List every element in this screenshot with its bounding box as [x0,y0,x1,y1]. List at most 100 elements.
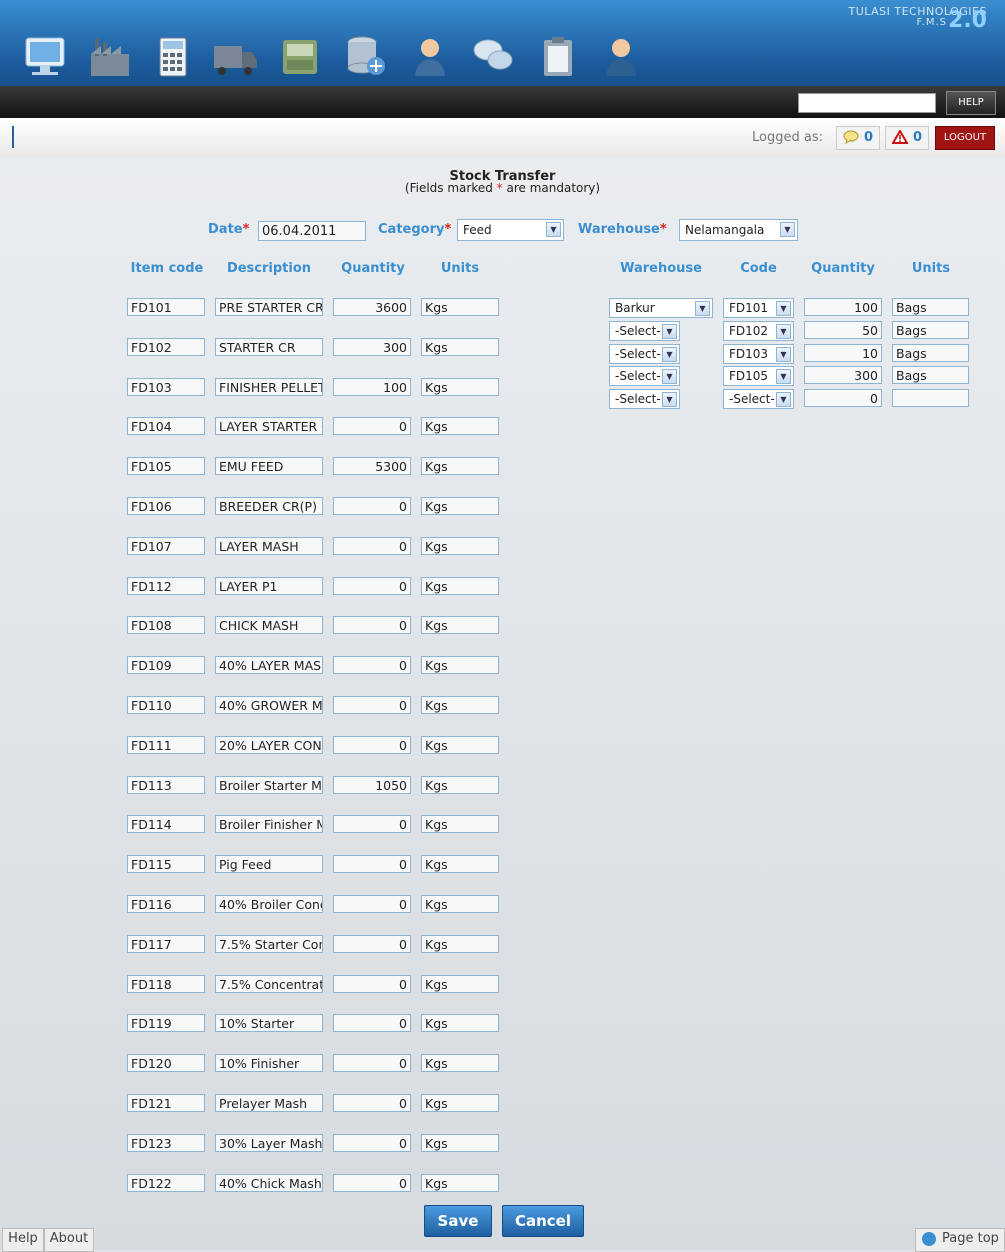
quantity-field[interactable]: 0 [333,815,411,833]
quantity-field[interactable]: 0 [333,696,411,714]
item-code-field[interactable]: FD108 [127,616,205,634]
units-field[interactable]: Kgs [421,975,499,993]
footer-about-link[interactable]: About [44,1228,94,1252]
quantity-field[interactable]: 0 [333,537,411,555]
item-code-field[interactable]: FD122 [127,1174,205,1192]
code-select[interactable]: FD102 ▼ [723,321,794,341]
units-field[interactable]: Kgs [421,776,499,794]
transfer-quantity-field[interactable]: 50 [804,321,882,339]
description-field[interactable]: 20% LAYER CON [215,736,323,754]
item-code-field[interactable]: FD107 [127,537,205,555]
clipboard-icon[interactable] [532,32,582,80]
alerts-counter[interactable]: 0 [885,126,929,150]
item-code-field[interactable]: FD106 [127,497,205,515]
quantity-field[interactable]: 0 [333,1054,411,1072]
quantity-field[interactable]: 0 [333,895,411,913]
units-field[interactable]: Kgs [421,338,499,356]
units-field[interactable]: Kgs [421,1094,499,1112]
transfer-units-field[interactable]: Bags [892,298,969,316]
transfer-quantity-field[interactable]: 300 [804,366,882,384]
description-field[interactable]: STARTER CR [215,338,323,356]
units-field[interactable]: Kgs [421,378,499,396]
cancel-button[interactable]: Cancel [502,1205,584,1237]
quantity-field[interactable]: 0 [333,1094,411,1112]
item-code-field[interactable]: FD115 [127,855,205,873]
category-select[interactable]: Feed ▼ [457,219,564,241]
item-code-field[interactable]: FD109 [127,656,205,674]
description-field[interactable]: 40% Chick Mash [215,1174,323,1192]
units-field[interactable]: Kgs [421,417,499,435]
warehouse-select[interactable]: -Select- ▼ [609,389,680,409]
item-code-field[interactable]: FD114 [127,815,205,833]
chat-icon[interactable] [468,32,518,80]
item-code-field[interactable]: FD113 [127,776,205,794]
description-field[interactable]: PRE STARTER CR [215,298,323,316]
units-field[interactable]: Kgs [421,855,499,873]
units-field[interactable]: Kgs [421,457,499,475]
quantity-field[interactable]: 3600 [333,298,411,316]
quantity-field[interactable]: 0 [333,975,411,993]
quantity-field[interactable]: 0 [333,497,411,515]
quantity-field[interactable]: 0 [333,417,411,435]
database-add-icon[interactable] [340,32,390,80]
description-field[interactable]: 30% Layer Mash [215,1134,323,1152]
quantity-field[interactable]: 1050 [333,776,411,794]
code-select[interactable]: FD103 ▼ [723,344,794,364]
transfer-units-field[interactable]: Bags [892,366,969,384]
item-code-field[interactable]: FD123 [127,1134,205,1152]
quantity-field[interactable]: 0 [333,656,411,674]
units-field[interactable]: Kgs [421,298,499,316]
logout-button[interactable]: LOGOUT [935,126,995,150]
item-code-field[interactable]: FD110 [127,696,205,714]
help-button[interactable]: HELP [946,91,996,115]
item-code-field[interactable]: FD101 [127,298,205,316]
quantity-field[interactable]: 0 [333,1174,411,1192]
item-code-field[interactable]: FD116 [127,895,205,913]
transfer-units-field[interactable]: Bags [892,344,969,362]
description-field[interactable]: 40% GROWER MA [215,696,323,714]
search-input[interactable] [798,93,936,113]
units-field[interactable]: Kgs [421,497,499,515]
page-top-button[interactable]: Page top [915,1228,1005,1252]
description-field[interactable]: BREEDER CR(P) [215,497,323,515]
item-code-field[interactable]: FD118 [127,975,205,993]
calculator-icon[interactable] [148,32,198,80]
item-code-field[interactable]: FD111 [127,736,205,754]
description-field[interactable]: Broiler Finisher M [215,815,323,833]
warehouse-select[interactable]: Barkur ▼ [609,298,713,318]
description-field[interactable]: EMU FEED [215,457,323,475]
item-code-field[interactable]: FD103 [127,378,205,396]
description-field[interactable]: LAYER MASH [215,537,323,555]
quantity-field[interactable]: 300 [333,338,411,356]
units-field[interactable]: Kgs [421,815,499,833]
description-field[interactable]: Broiler Starter Ma [215,776,323,794]
user-icon[interactable] [405,32,455,80]
warehouse-select[interactable]: -Select- ▼ [609,366,680,386]
description-field[interactable]: 7.5% Starter Con [215,935,323,953]
truck-icon[interactable] [210,32,260,80]
item-code-field[interactable]: FD102 [127,338,205,356]
units-field[interactable]: Kgs [421,616,499,634]
warehouse-select[interactable]: -Select- ▼ [609,344,680,364]
units-field[interactable]: Kgs [421,1174,499,1192]
units-field[interactable]: Kgs [421,895,499,913]
description-field[interactable]: Prelayer Mash [215,1094,323,1112]
factory-icon[interactable] [85,32,135,80]
item-code-field[interactable]: FD119 [127,1014,205,1032]
item-code-field[interactable]: FD120 [127,1054,205,1072]
item-code-field[interactable]: FD104 [127,417,205,435]
user-admin-icon[interactable] [596,32,646,80]
units-field[interactable]: Kgs [421,577,499,595]
warehouse-select[interactable]: -Select- ▼ [609,321,680,341]
description-field[interactable]: 10% Finisher [215,1054,323,1072]
save-button[interactable]: Save [424,1205,492,1237]
footer-help-link[interactable]: Help [2,1228,44,1252]
code-select[interactable]: -Select- ▼ [723,389,794,409]
description-field[interactable]: Pig Feed [215,855,323,873]
description-field[interactable]: 10% Starter [215,1014,323,1032]
item-code-field[interactable]: FD121 [127,1094,205,1112]
transfer-units-field[interactable] [892,389,969,407]
quantity-field[interactable]: 0 [333,855,411,873]
quantity-field[interactable]: 0 [333,1014,411,1032]
item-code-field[interactable]: FD112 [127,577,205,595]
